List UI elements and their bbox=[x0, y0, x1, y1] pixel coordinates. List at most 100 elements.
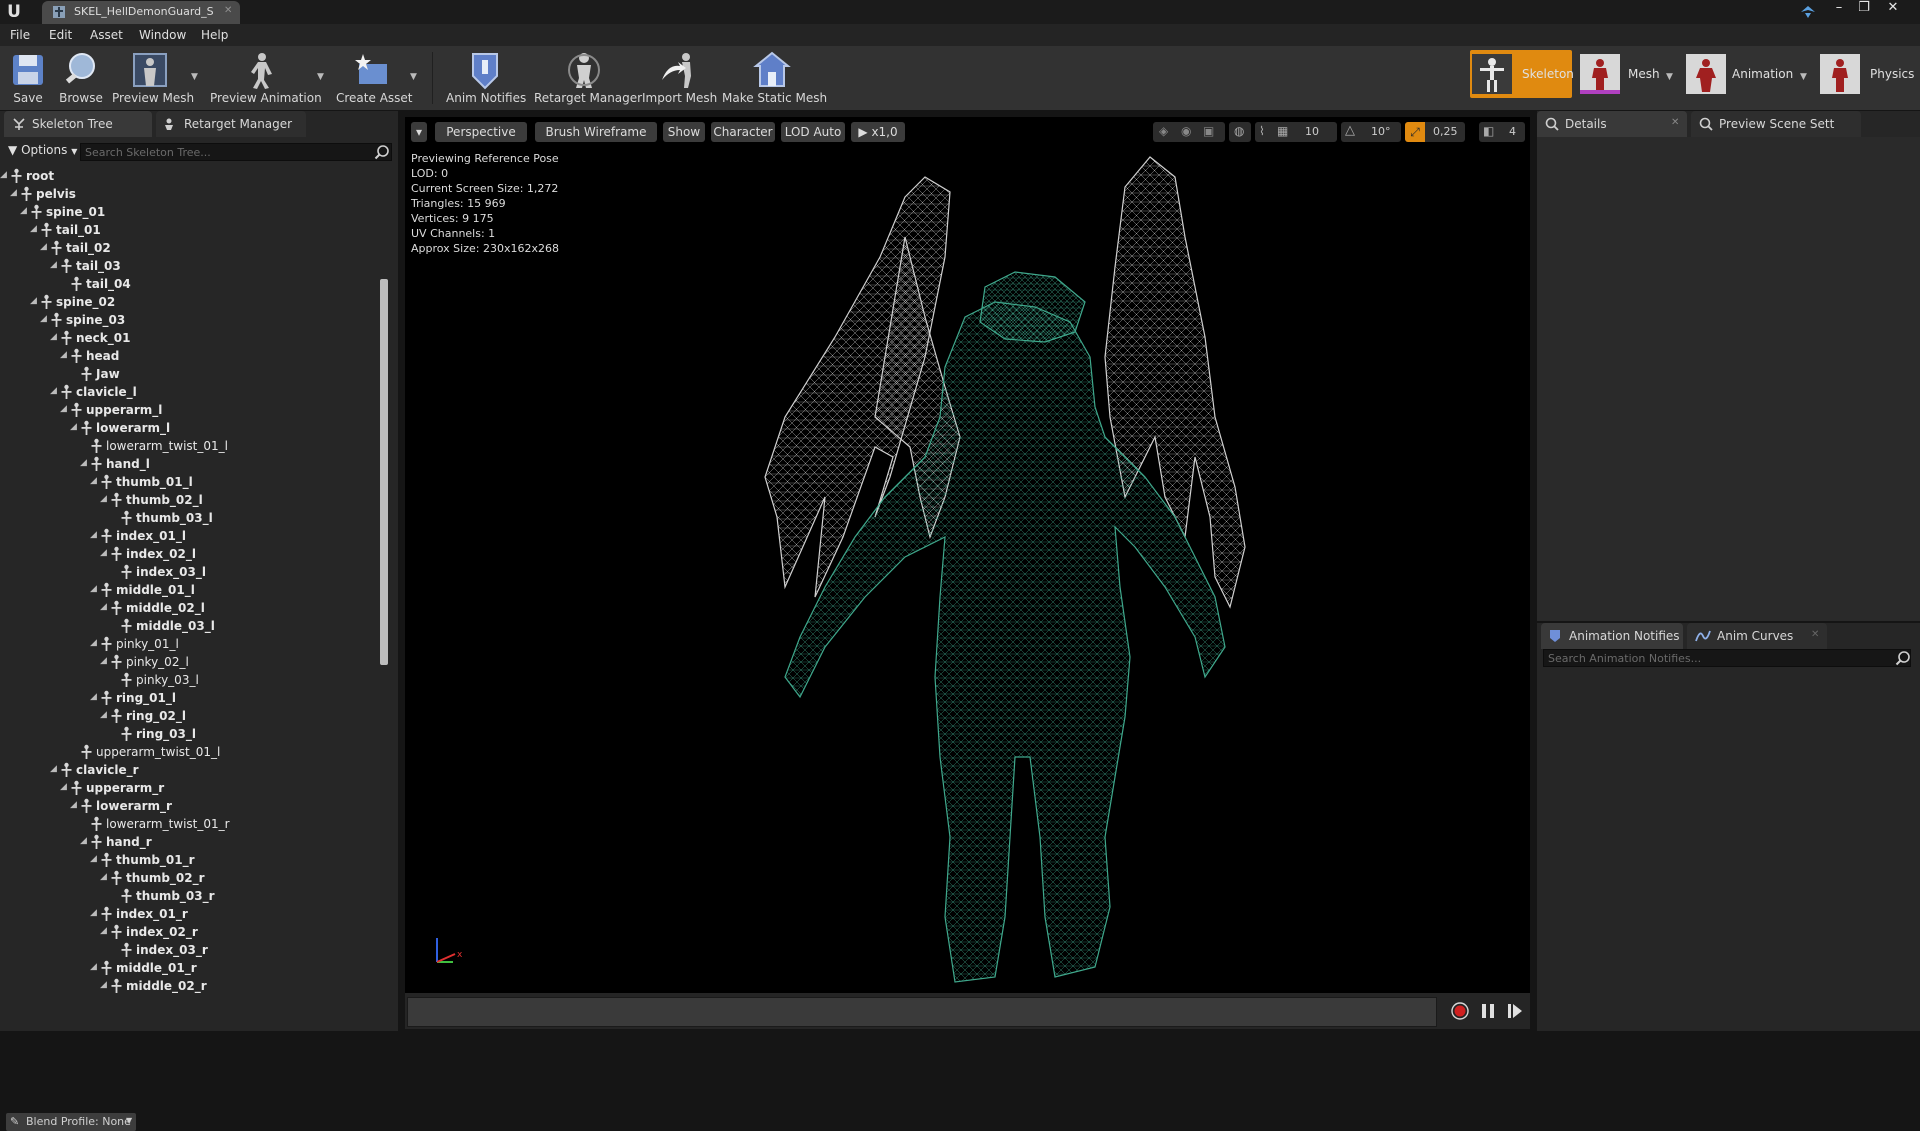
scale-snap-icon[interactable]: ⤢ bbox=[1405, 122, 1425, 142]
create-asset-button[interactable]: Create Asset bbox=[336, 46, 413, 110]
mode-mesh-button[interactable]: Mesh bbox=[1578, 50, 1670, 98]
close-window-button[interactable]: ✕ bbox=[1882, 0, 1904, 18]
tab-preview-scene-settings[interactable]: Preview Scene Sett bbox=[1691, 111, 1861, 137]
expand-arrow-icon[interactable]: ◢ bbox=[90, 854, 97, 864]
viewport[interactable]: ▾ Perspective Brush Wireframe Show Chara… bbox=[405, 117, 1530, 993]
scale-snap-value[interactable]: 0,25 bbox=[1433, 125, 1458, 138]
minimize-button[interactable]: – bbox=[1828, 0, 1850, 18]
preview-mesh-dropdown-icon[interactable]: ▼ bbox=[191, 72, 198, 82]
lod-button[interactable]: LOD Auto bbox=[781, 122, 845, 142]
close-tab-icon[interactable]: ✕ bbox=[1671, 117, 1679, 128]
create-asset-dropdown-icon[interactable]: ▼ bbox=[410, 72, 417, 82]
expand-arrow-icon[interactable]: ◢ bbox=[90, 962, 97, 972]
options-dropdown[interactable]: ▼ Options ▼ bbox=[8, 143, 78, 161]
expand-arrow-icon[interactable]: ◢ bbox=[60, 350, 67, 360]
expand-arrow-icon[interactable]: ◢ bbox=[90, 530, 97, 540]
search-icon[interactable] bbox=[374, 144, 390, 160]
preview-animation-button[interactable]: Preview Animation bbox=[210, 46, 322, 110]
rotation-snap-value[interactable]: 10° bbox=[1371, 125, 1391, 138]
restore-button[interactable]: ❐ bbox=[1853, 0, 1875, 18]
expand-arrow-icon[interactable]: ◢ bbox=[90, 476, 97, 486]
rotation-snap-group[interactable]: △ 10° bbox=[1341, 122, 1401, 142]
perspective-button[interactable]: Perspective bbox=[435, 122, 527, 142]
menu-asset[interactable]: Asset bbox=[90, 28, 123, 42]
expand-arrow-icon[interactable]: ◢ bbox=[80, 458, 87, 468]
expand-arrow-icon[interactable]: ◢ bbox=[40, 242, 47, 252]
grid-snap-group[interactable]: ⌇ ▦ 10 bbox=[1255, 122, 1337, 142]
expand-arrow-icon[interactable]: ◢ bbox=[20, 206, 27, 216]
transform-tools-group[interactable]: ◈ ◉ ▣ bbox=[1153, 122, 1225, 142]
surface-snap-icon[interactable]: ⌇ bbox=[1259, 124, 1265, 138]
select-tool-icon[interactable]: ◈ bbox=[1159, 124, 1168, 138]
scale-tool-icon[interactable]: ▣ bbox=[1203, 124, 1214, 138]
notifies-search-input[interactable] bbox=[1543, 649, 1911, 667]
retarget-manager-button[interactable]: Retarget Manager bbox=[534, 46, 642, 110]
grid-snap-value[interactable]: 10 bbox=[1305, 125, 1319, 138]
show-button[interactable]: Show bbox=[663, 122, 705, 142]
source-control-icon[interactable] bbox=[1800, 4, 1816, 20]
tab-details[interactable]: Details ✕ bbox=[1537, 111, 1687, 137]
expand-arrow-icon[interactable]: ◢ bbox=[60, 782, 67, 792]
anim-notifies-button[interactable]: Anim Notifies bbox=[446, 46, 526, 110]
viewport-options-dropdown[interactable]: ▾ bbox=[411, 122, 427, 142]
expand-arrow-icon[interactable]: ◢ bbox=[50, 260, 57, 270]
camera-speed-button[interactable]: ◧ 4 bbox=[1479, 122, 1525, 142]
expand-arrow-icon[interactable]: ◢ bbox=[70, 800, 77, 810]
animation-mode-dropdown-icon[interactable]: ▼ bbox=[1800, 72, 1807, 82]
tab-retarget-manager[interactable]: Retarget Manager bbox=[156, 111, 306, 137]
expand-arrow-icon[interactable]: ◢ bbox=[90, 908, 97, 918]
blend-profile-dropdown[interactable]: ✎ Blend Profile: None ▼ bbox=[6, 1113, 136, 1131]
expand-arrow-icon[interactable]: ◢ bbox=[30, 224, 37, 234]
close-tab-icon[interactable]: ✕ bbox=[1811, 629, 1819, 640]
record-button[interactable] bbox=[1451, 1002, 1469, 1020]
make-static-mesh-button[interactable]: Make Static Mesh bbox=[722, 46, 827, 110]
expand-arrow-icon[interactable]: ◢ bbox=[100, 494, 107, 504]
browse-button[interactable]: Browse bbox=[58, 46, 104, 110]
expand-arrow-icon[interactable]: ◢ bbox=[90, 692, 97, 702]
expand-arrow-icon[interactable]: ◢ bbox=[70, 422, 77, 432]
skeleton-search-input[interactable] bbox=[80, 143, 392, 161]
expand-arrow-icon[interactable]: ◢ bbox=[10, 188, 17, 198]
import-mesh-button[interactable]: Import Mesh bbox=[642, 46, 717, 110]
play-speed-button[interactable]: ▶ x1,0 bbox=[851, 122, 905, 142]
document-tab[interactable]: SKEL_HellDemonGuard_S ✕ bbox=[42, 1, 240, 24]
preview-mesh-button[interactable]: Preview Mesh bbox=[112, 46, 194, 110]
expand-arrow-icon[interactable]: ◢ bbox=[100, 656, 107, 666]
mesh-mode-dropdown-icon[interactable]: ▼ bbox=[1666, 72, 1673, 82]
expand-arrow-icon[interactable]: ◢ bbox=[30, 296, 37, 306]
menu-window[interactable]: Window bbox=[139, 28, 186, 42]
search-icon[interactable] bbox=[1895, 650, 1911, 666]
tab-animation-notifies[interactable]: Animation Notifies bbox=[1541, 623, 1683, 649]
rotate-tool-icon[interactable]: ◉ bbox=[1181, 124, 1191, 138]
menu-edit[interactable]: Edit bbox=[49, 28, 72, 42]
expand-arrow-icon[interactable]: ◢ bbox=[60, 404, 67, 414]
expand-arrow-icon[interactable]: ◢ bbox=[100, 872, 107, 882]
expand-arrow-icon[interactable]: ◢ bbox=[80, 836, 87, 846]
expand-arrow-icon[interactable]: ◢ bbox=[100, 602, 107, 612]
expand-arrow-icon[interactable]: ◢ bbox=[50, 764, 57, 774]
tree-scrollbar[interactable] bbox=[380, 279, 388, 665]
pause-button[interactable] bbox=[1479, 1002, 1497, 1020]
expand-arrow-icon[interactable]: ◢ bbox=[100, 980, 107, 990]
expand-arrow-icon[interactable]: ◢ bbox=[90, 638, 97, 648]
expand-arrow-icon[interactable]: ◢ bbox=[50, 332, 57, 342]
expand-arrow-icon[interactable]: ◢ bbox=[50, 386, 57, 396]
view-mode-button[interactable]: Brush Wireframe bbox=[535, 122, 657, 142]
expand-arrow-icon[interactable]: ◢ bbox=[40, 314, 47, 324]
save-button[interactable]: Save bbox=[8, 46, 48, 110]
rotation-snap-icon[interactable]: △ bbox=[1345, 123, 1355, 138]
close-tab-icon[interactable]: ✕ bbox=[224, 5, 232, 16]
expand-arrow-icon[interactable]: ◢ bbox=[100, 548, 107, 558]
character-button[interactable]: Character bbox=[711, 122, 775, 142]
mode-physics-button[interactable]: Physics bbox=[1818, 50, 1918, 98]
expand-arrow-icon[interactable]: ◢ bbox=[90, 584, 97, 594]
menu-help[interactable]: Help bbox=[201, 28, 228, 42]
world-local-toggle[interactable]: ◍ bbox=[1229, 122, 1251, 142]
tab-skeleton-tree[interactable]: Skeleton Tree bbox=[4, 111, 152, 137]
expand-arrow-icon[interactable]: ◢ bbox=[100, 926, 107, 936]
scale-snap-group[interactable]: ⤢ 0,25 bbox=[1405, 122, 1465, 142]
expand-arrow-icon[interactable]: ◢ bbox=[0, 170, 7, 180]
tab-anim-curves[interactable]: Anim Curves ✕ bbox=[1687, 623, 1827, 649]
preview-animation-dropdown-icon[interactable]: ▼ bbox=[317, 72, 324, 82]
grid-snap-icon[interactable]: ▦ bbox=[1277, 124, 1288, 138]
